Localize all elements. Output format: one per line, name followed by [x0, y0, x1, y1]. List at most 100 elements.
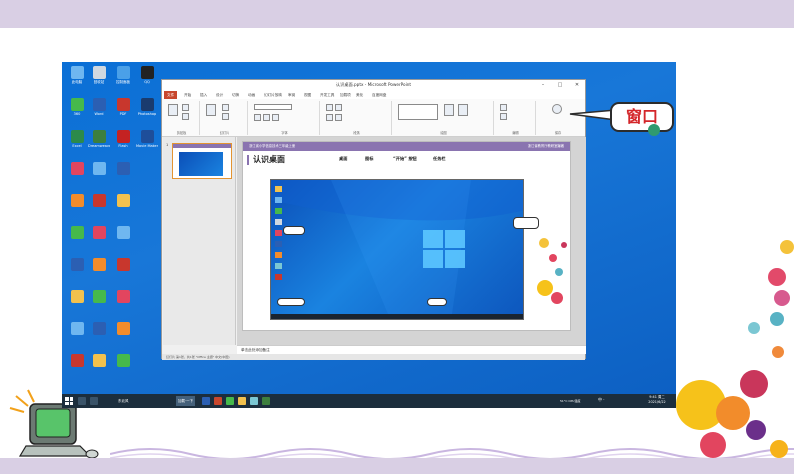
desktop-icon[interactable] [112, 162, 134, 175]
desktop-icon[interactable] [112, 290, 134, 303]
tab-addins[interactable]: 加载项 [340, 91, 351, 99]
tab-animations[interactable]: 动画 [248, 91, 255, 99]
new-slide-icon[interactable] [206, 104, 216, 116]
desktop-icon[interactable] [88, 162, 110, 175]
search-icon[interactable] [78, 397, 86, 405]
desktop-icon[interactable] [66, 354, 88, 367]
numbering-icon[interactable] [335, 104, 342, 111]
align-left-icon[interactable] [326, 114, 333, 121]
powerpoint-icon[interactable] [214, 397, 222, 405]
group-paragraph: 段落 [322, 101, 392, 135]
app-icon [92, 322, 106, 335]
tab-home[interactable]: 开始 [184, 91, 191, 99]
desktop-icon[interactable]: PDF [112, 98, 134, 116]
decor-dot [740, 370, 768, 398]
desktop-icon[interactable]: Dreamweaver [88, 130, 110, 148]
desktop-icon[interactable] [66, 162, 88, 175]
desktop-icon[interactable] [112, 226, 134, 239]
tab-insert[interactable]: 插入 [200, 91, 207, 99]
desktop-icon[interactable]: Flash [112, 130, 134, 148]
header-right-text: 浙江省教育厅教研室编著 [527, 144, 564, 148]
desktop-icon[interactable] [88, 258, 110, 271]
close-button[interactable]: ✕ [569, 80, 585, 90]
ribbon: 剪贴板 幻灯片 字体 段落 绘图 编辑 保存 [162, 99, 585, 137]
taskview-icon[interactable] [90, 397, 98, 405]
desktop-icon[interactable] [66, 258, 88, 271]
desktop-icon[interactable]: 控制面板 [112, 66, 134, 84]
desktop-icon[interactable] [88, 290, 110, 303]
layout-icon[interactable] [222, 104, 229, 111]
start-button[interactable] [65, 397, 73, 405]
arrange-icon[interactable] [444, 104, 454, 116]
desktop-icon[interactable]: QQ [136, 66, 158, 84]
system-tray[interactable]: 中 · [598, 397, 605, 403]
clock[interactable]: 9:41 周二 2021/6/22 [642, 395, 672, 405]
group-label: 编辑 [512, 131, 519, 135]
tab-baidu[interactable]: 百度网盘 [372, 91, 386, 99]
notes-field[interactable]: 单击此处添加备注 [237, 345, 586, 354]
desktop-icon[interactable]: Photoshop [136, 98, 158, 116]
app-icon [92, 98, 106, 111]
tab-developer[interactable]: 开发工具 [320, 91, 334, 99]
desktop-icon[interactable]: 360 [66, 98, 88, 116]
shapes-gallery[interactable] [398, 104, 438, 120]
maximize-button[interactable]: □ [552, 80, 568, 90]
tab-file[interactable]: 文件 [164, 91, 178, 99]
desktop-icon[interactable] [88, 194, 110, 207]
italic-icon[interactable] [263, 114, 270, 121]
underline-icon[interactable] [272, 114, 279, 121]
bullets-icon[interactable] [326, 104, 333, 111]
desktop-icon[interactable]: Word [88, 98, 110, 116]
desktop-icon[interactable] [88, 226, 110, 239]
quick-styles-icon[interactable] [458, 104, 468, 116]
desktop-icon[interactable] [112, 258, 134, 271]
current-slide[interactable]: 浙江省小学信息技术三年级上册 浙江省教育厅教研室编著 认识桌面 桌面 图标 “开… [242, 141, 571, 331]
desktop-icon[interactable] [112, 354, 134, 367]
app-icon [140, 66, 154, 79]
desktop-icon[interactable]: Excel [66, 130, 88, 148]
desktop-icon-label: Excel [72, 144, 82, 148]
font-name-box[interactable] [254, 104, 292, 110]
slide-thumbnail[interactable] [172, 143, 232, 179]
tab-review[interactable]: 审阅 [288, 91, 295, 99]
tab-transitions[interactable]: 切换 [232, 91, 239, 99]
tab-design[interactable]: 设计 [216, 91, 223, 99]
tab-beautify[interactable]: 美化 [356, 91, 363, 99]
desktop-icon[interactable] [88, 354, 110, 367]
bold-icon[interactable] [254, 114, 261, 121]
taskbar-item-explorer[interactable]: 东北风 [118, 396, 129, 406]
taskbar-item-active[interactable]: 加载·一下 [176, 396, 196, 406]
cut-icon[interactable] [182, 104, 189, 111]
desktop-icon[interactable] [66, 290, 88, 303]
desktop-icon[interactable]: Movie Maker [136, 130, 158, 148]
app-icon[interactable] [262, 397, 270, 405]
save-cloud-icon[interactable] [552, 104, 562, 114]
callout-bubble [513, 217, 539, 229]
minimize-button[interactable]: – [535, 80, 551, 90]
desktop-icon-label: Photoshop [137, 112, 157, 116]
copy-icon[interactable] [182, 113, 189, 120]
decor-dot [748, 322, 760, 334]
app-icon[interactable] [226, 397, 234, 405]
word-icon[interactable] [202, 397, 210, 405]
desktop-icon[interactable] [66, 194, 88, 207]
tab-slideshow[interactable]: 幻灯片放映 [264, 91, 282, 99]
desktop-icon[interactable]: 此电脑 [66, 66, 88, 84]
find-icon[interactable] [500, 104, 507, 111]
replace-icon[interactable] [500, 113, 507, 120]
app-icon[interactable] [238, 397, 246, 405]
tab-view[interactable]: 视图 [304, 91, 311, 99]
app-icon[interactable] [250, 397, 258, 405]
desktop-icon[interactable] [66, 226, 88, 239]
powerpoint-window[interactable]: 认识桌面.pptx - Microsoft PowerPoint – □ ✕ 文… [161, 79, 586, 360]
desktop-icon[interactable]: 回收站 [88, 66, 110, 84]
reset-icon[interactable] [222, 113, 229, 120]
desktop-icon[interactable] [112, 322, 134, 335]
align-center-icon[interactable] [335, 114, 342, 121]
desktop-icon[interactable] [66, 322, 88, 335]
app-icon [92, 66, 106, 79]
desktop-icon[interactable] [112, 194, 134, 207]
desktop-icon-label: Dreamweaver [88, 144, 110, 148]
desktop-icon[interactable] [88, 322, 110, 335]
paste-icon[interactable] [168, 104, 178, 116]
